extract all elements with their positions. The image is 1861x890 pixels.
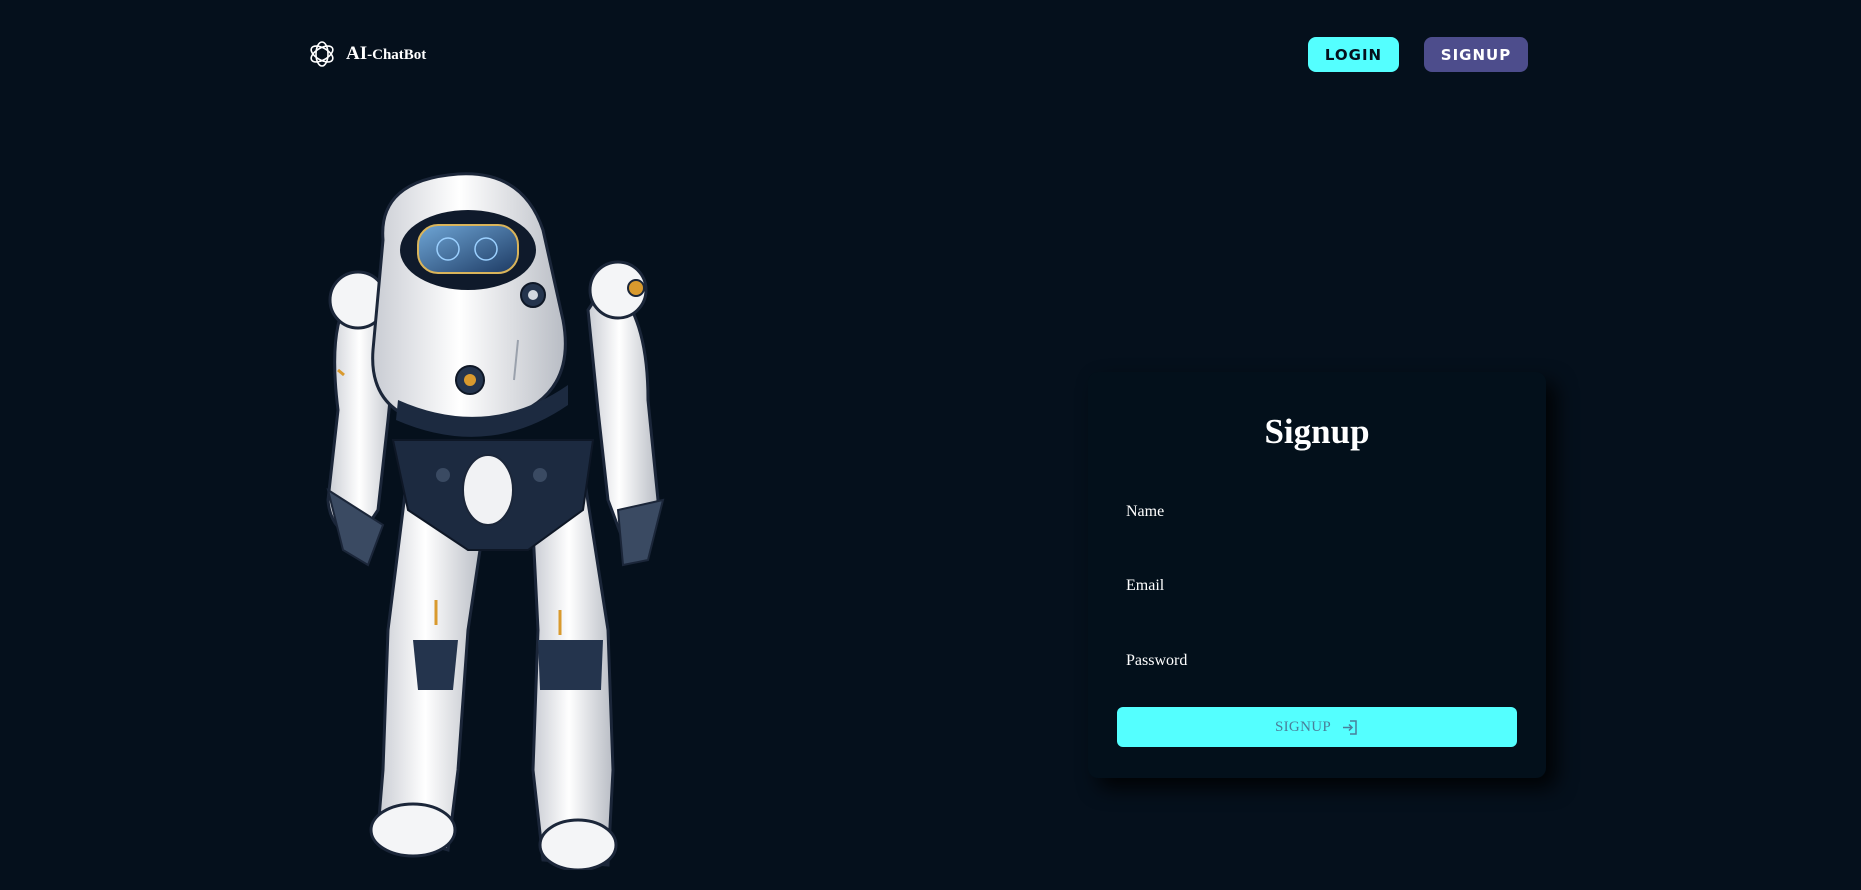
logo[interactable]: AI -ChatBot [306, 36, 426, 72]
signup-submit-label: SIGNUP [1275, 718, 1331, 735]
login-button[interactable]: LOGIN [1308, 37, 1399, 72]
openai-logo-icon [306, 38, 338, 70]
email-field[interactable]: Email [1116, 565, 1518, 617]
robot-illustration [318, 170, 682, 872]
logo-sub-text: -ChatBot [367, 47, 427, 63]
signup-submit-button[interactable]: SIGNUP [1117, 707, 1517, 747]
header: AI -ChatBot LOGIN SIGNUP [0, 0, 1861, 110]
password-input[interactable] [1116, 640, 1518, 692]
logo-main-text: AI [346, 43, 368, 64]
page: AI -ChatBot LOGIN SIGNUP Signup Name Ema… [0, 0, 1861, 890]
name-field[interactable]: Name [1116, 491, 1518, 543]
signup-title: Signup [1264, 412, 1370, 451]
signup-nav-button[interactable]: SIGNUP [1424, 37, 1528, 72]
email-input[interactable] [1116, 565, 1518, 617]
name-input[interactable] [1116, 491, 1518, 543]
logo-text: AI -ChatBot [346, 43, 426, 65]
password-field[interactable]: Password [1116, 640, 1518, 692]
login-icon [1341, 718, 1359, 736]
